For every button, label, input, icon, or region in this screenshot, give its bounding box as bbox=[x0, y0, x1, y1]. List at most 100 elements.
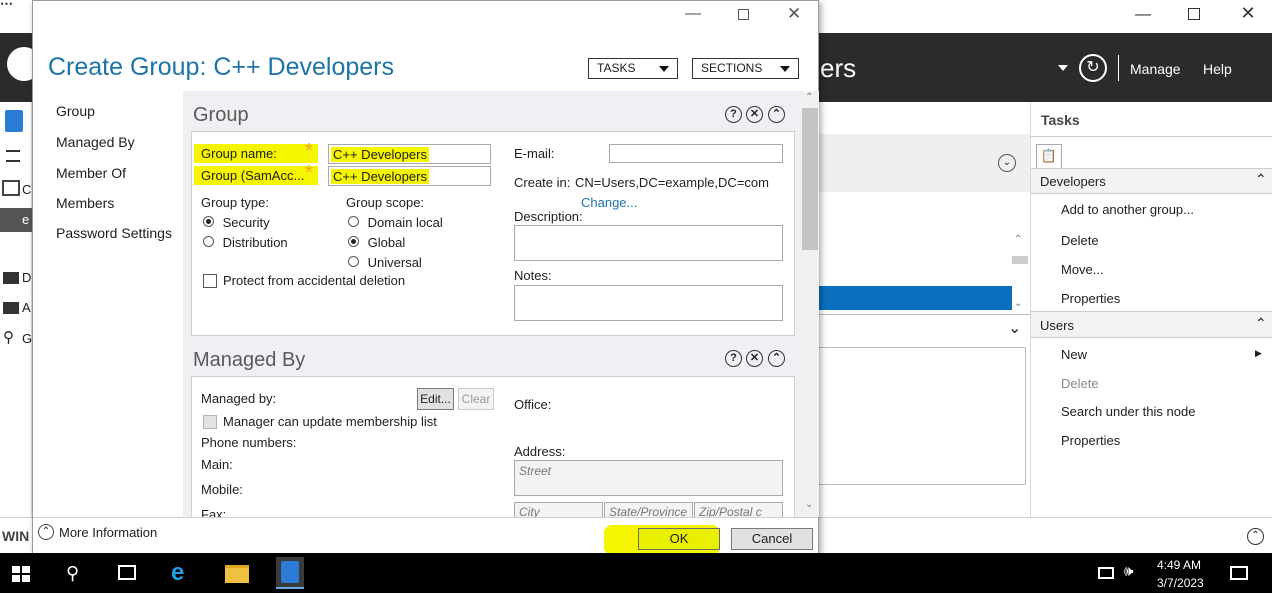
start-windows-icon[interactable] bbox=[12, 566, 30, 582]
file-explorer-icon[interactable] bbox=[225, 565, 249, 583]
scroll-down-icon[interactable]: ⌄ bbox=[805, 499, 813, 510]
users-task-properties[interactable]: Properties bbox=[1061, 433, 1120, 448]
radio-domain-local[interactable] bbox=[348, 216, 359, 227]
more-information-link[interactable]: More Information bbox=[59, 525, 157, 540]
group-name-input[interactable]: C++ Developers bbox=[328, 144, 491, 164]
close-section-icon[interactable]: ✕ bbox=[746, 350, 763, 367]
close-button[interactable]: ✕ bbox=[1238, 3, 1258, 25]
clock-time[interactable]: 4:49 AM bbox=[1157, 558, 1201, 572]
task-move[interactable]: Move... bbox=[1061, 262, 1104, 277]
left-item-a[interactable]: A bbox=[22, 300, 31, 315]
collapse-section-icon[interactable]: ⌃ bbox=[768, 350, 785, 367]
collapse-chevron-icon[interactable]: ⌄ bbox=[1008, 318, 1021, 338]
radio-distribution[interactable] bbox=[203, 236, 214, 247]
nav-member-of[interactable]: Member Of bbox=[56, 165, 126, 181]
manage-menu[interactable]: Manage bbox=[1130, 61, 1181, 77]
users-task-search[interactable]: Search under this node bbox=[1061, 404, 1195, 419]
folder-icon-2[interactable] bbox=[3, 302, 19, 314]
left-item-e[interactable]: e bbox=[22, 212, 29, 227]
task-add-to-group[interactable]: Add to another group... bbox=[1061, 202, 1194, 217]
developers-section-header[interactable]: Developers ⌃ bbox=[1031, 168, 1272, 194]
clock-date[interactable]: 3/7/2023 bbox=[1157, 576, 1204, 590]
collapse-section-icon[interactable]: ⌃ bbox=[768, 106, 785, 123]
collapse-up-icon[interactable]: ⌃ bbox=[1255, 315, 1267, 332]
city-input[interactable]: City bbox=[514, 502, 603, 517]
search-icon[interactable]: ⚲ bbox=[66, 563, 79, 584]
tasks-dropdown[interactable]: TASKS bbox=[588, 58, 678, 79]
footer-expand-icon[interactable]: ⌃ bbox=[1247, 528, 1264, 545]
help-icon[interactable]: ? bbox=[725, 350, 742, 367]
change-link[interactable]: Change... bbox=[581, 195, 637, 210]
dialog-minimize-button[interactable]: — bbox=[685, 5, 701, 23]
scrollbar-track[interactable]: ⌃ ⌄ bbox=[801, 91, 819, 517]
left-item-g[interactable]: G bbox=[22, 331, 32, 346]
network-icon[interactable] bbox=[1098, 567, 1114, 579]
zip-input[interactable]: Zip/Postal c bbox=[694, 502, 783, 517]
list-scroll-up-icon[interactable]: ⌃ bbox=[1014, 234, 1022, 245]
overview-icon[interactable] bbox=[5, 110, 23, 132]
dialog-close-button[interactable]: ✕ bbox=[787, 4, 801, 24]
left-item-c[interactable]: C bbox=[22, 182, 31, 197]
sections-dropdown[interactable]: SECTIONS bbox=[692, 58, 799, 79]
protect-checkbox[interactable] bbox=[203, 274, 217, 288]
office-label: Office: bbox=[514, 397, 552, 412]
email-input[interactable] bbox=[609, 144, 783, 163]
folder-icon[interactable] bbox=[3, 272, 19, 284]
scrollbar-thumb[interactable] bbox=[1012, 256, 1028, 264]
state-input[interactable]: State/Province bbox=[604, 502, 693, 517]
expand-chevron-icon[interactable]: ⌄ bbox=[998, 154, 1016, 172]
users-section-header[interactable]: Users ⌃ bbox=[1031, 311, 1272, 338]
clipboard-icon[interactable]: 📋 bbox=[1036, 144, 1062, 168]
scope-global-option[interactable]: Global bbox=[348, 235, 405, 250]
description-input[interactable] bbox=[514, 225, 783, 261]
more-info-expand-icon[interactable]: ⌃ bbox=[38, 524, 54, 540]
edit-button[interactable]: Edit... bbox=[417, 388, 454, 410]
internet-explorer-icon[interactable]: e bbox=[171, 561, 184, 585]
radio-universal[interactable] bbox=[348, 256, 359, 267]
radio-global[interactable] bbox=[348, 236, 359, 247]
protect-option[interactable]: Protect from accidental deletion bbox=[203, 273, 405, 288]
action-center-icon[interactable] bbox=[1230, 566, 1248, 580]
ok-button[interactable]: OK bbox=[638, 528, 720, 550]
scope-domain-local-option[interactable]: Domain local bbox=[348, 215, 443, 230]
cancel-button[interactable]: Cancel bbox=[731, 528, 813, 550]
close-section-icon[interactable]: ✕ bbox=[746, 106, 763, 123]
task-delete[interactable]: Delete bbox=[1061, 233, 1099, 248]
nav-members[interactable]: Members bbox=[56, 195, 114, 211]
search-icon[interactable]: ⚲ bbox=[3, 328, 14, 346]
grid-icon[interactable] bbox=[2, 180, 20, 196]
users-task-new[interactable]: New bbox=[1061, 347, 1087, 362]
notes-textarea[interactable] bbox=[514, 285, 783, 321]
app-menu-dots-icon[interactable]: ⋯ bbox=[0, 0, 20, 14]
volume-icon[interactable]: 🕪 bbox=[1124, 563, 1133, 580]
selected-list-row[interactable] bbox=[818, 286, 1012, 310]
radio-security[interactable] bbox=[203, 216, 214, 227]
header-dropdown-icon[interactable] bbox=[1058, 65, 1068, 71]
collapse-up-icon[interactable]: ⌃ bbox=[1255, 171, 1267, 188]
help-icon[interactable]: ? bbox=[725, 106, 742, 123]
task-view-icon[interactable] bbox=[118, 565, 136, 580]
background-middle-pane: ⌄ ⌃ ⌄ ⌄ bbox=[818, 102, 1030, 517]
type-distribution-option[interactable]: Distribution bbox=[203, 235, 288, 250]
scope-universal-option[interactable]: Universal bbox=[348, 255, 422, 270]
nav-managed-by[interactable]: Managed By bbox=[56, 134, 135, 150]
type-security-option[interactable]: Security bbox=[203, 215, 270, 230]
task-properties[interactable]: Properties bbox=[1061, 291, 1120, 306]
nav-password-settings[interactable]: Password Settings bbox=[56, 225, 172, 241]
dialog-maximize-button[interactable] bbox=[738, 9, 749, 20]
left-item-d[interactable]: D bbox=[22, 270, 31, 285]
help-menu[interactable]: Help bbox=[1203, 61, 1232, 77]
scroll-up-icon[interactable]: ⌃ bbox=[805, 92, 813, 103]
refresh-icon[interactable]: ↻ bbox=[1079, 54, 1107, 82]
sam-name-input[interactable]: C++ Developers bbox=[328, 166, 491, 186]
email-label: E-mail: bbox=[514, 146, 555, 161]
street-input[interactable]: Street bbox=[514, 460, 783, 496]
list-view-icon[interactable] bbox=[6, 150, 20, 162]
maximize-button[interactable] bbox=[1188, 8, 1200, 20]
list-scroll-down-icon[interactable]: ⌄ bbox=[1014, 298, 1022, 309]
nav-group[interactable]: Group bbox=[56, 103, 95, 119]
header-title-fragment: ers bbox=[820, 53, 857, 83]
ad-admin-center-icon[interactable] bbox=[276, 557, 304, 589]
minimize-button[interactable]: — bbox=[1133, 6, 1153, 26]
scrollbar-thumb[interactable] bbox=[802, 108, 818, 250]
